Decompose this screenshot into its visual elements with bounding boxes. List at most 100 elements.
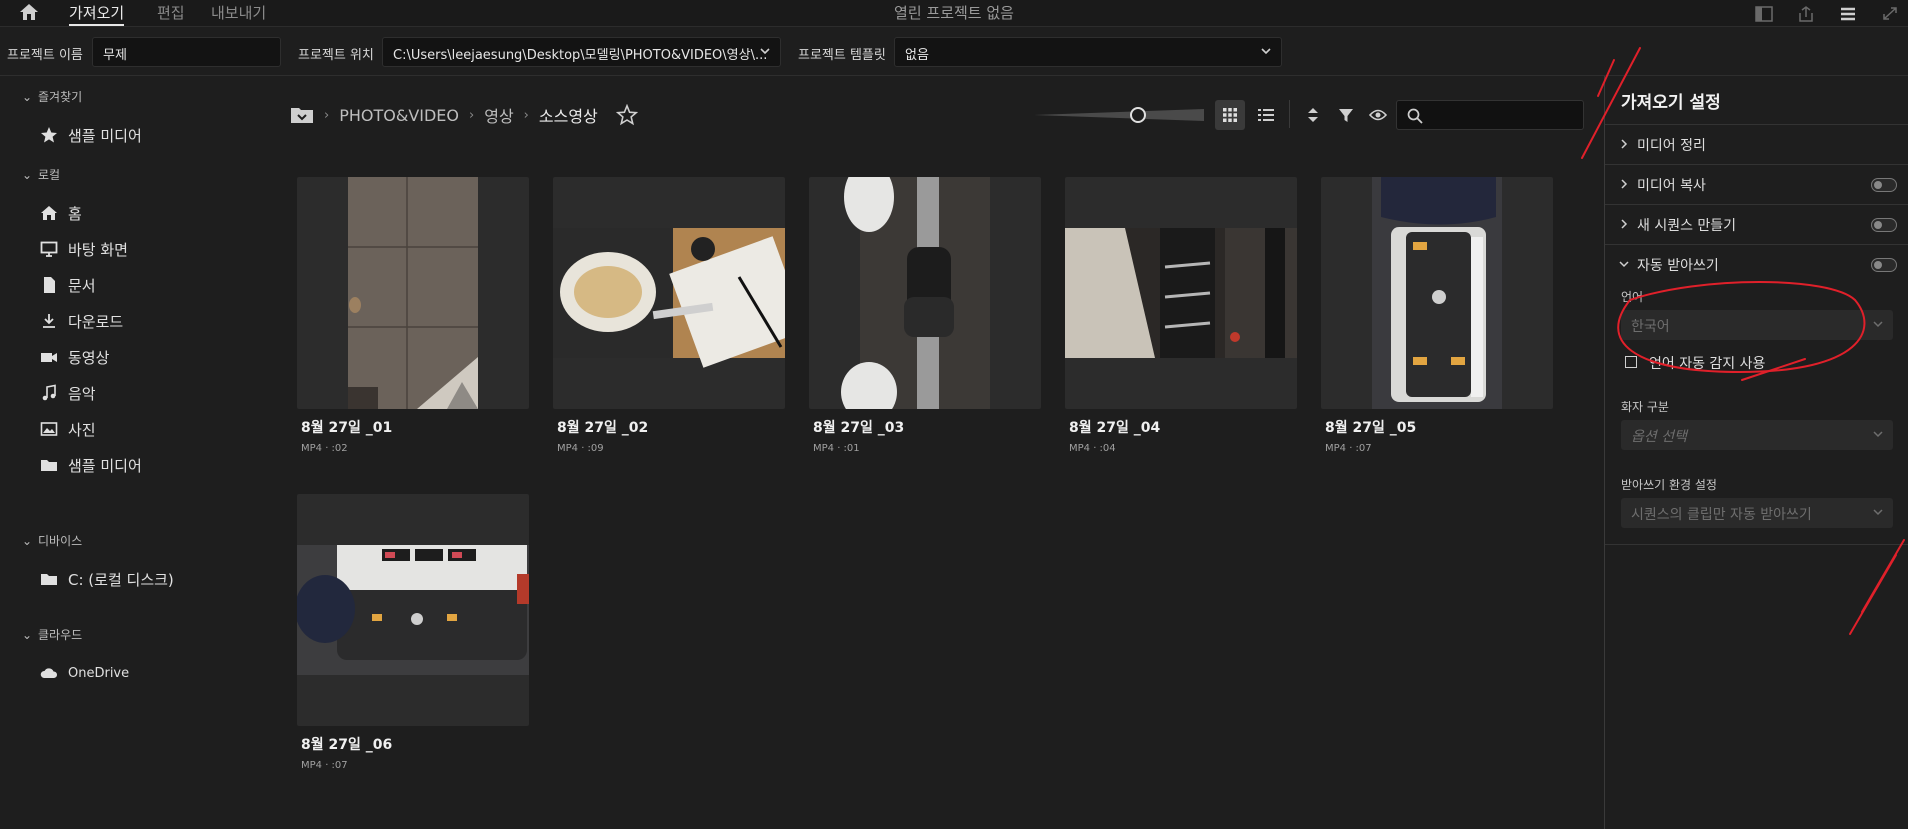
sidebar-item-pictures[interactable]: 사진 [40, 418, 96, 440]
media-card[interactable]: 8월 27일 _06 MP4 · :07 [297, 494, 529, 771]
sidebar-item-local-disk[interactable]: C: (로컬 디스크) [40, 568, 174, 590]
media-thumbnail[interactable] [809, 177, 1041, 409]
filter-button[interactable] [1331, 100, 1361, 130]
media-name: 8월 27일 _01 [301, 420, 393, 436]
favorites-header-label: 즐겨찾기 [38, 90, 83, 104]
sidebar-item-desktop[interactable]: 바탕 화면 [40, 238, 128, 260]
media-copy-toggle[interactable] [1871, 178, 1897, 192]
auto-detect-checkbox[interactable] [1625, 356, 1637, 368]
breadcrumb: › PHOTO&VIDEO › 영상 › 소스영상 [290, 102, 638, 128]
tab-export[interactable]: 내보내기 [211, 2, 266, 26]
media-card[interactable]: 8월 27일 _05 MP4 · :07 [1321, 177, 1553, 454]
grid-view-button[interactable] [1215, 100, 1245, 130]
sidebar-item-label: OneDrive [68, 665, 130, 681]
video-preview-image [297, 545, 529, 675]
list-icon [1258, 109, 1274, 121]
sidebar-item-music[interactable]: 음악 [40, 382, 96, 404]
home-icon[interactable] [18, 2, 40, 22]
project-location-dropdown[interactable]: C:\Users\leejaesung\Desktop\모델링\PHOTO&VI… [382, 37, 781, 67]
star-icon [41, 127, 57, 143]
slider-handle[interactable] [1130, 107, 1146, 123]
devices-section-header[interactable]: ⌄ 디바이스 [22, 532, 82, 549]
section-media-copy[interactable]: 미디어 복사 [1605, 164, 1908, 204]
sidebar-item-favorite-sample-media[interactable]: 샘플 미디어 [40, 124, 142, 146]
auto-detect-label: 언어 자동 감지 사용 [1649, 356, 1766, 372]
chevron-down-icon [760, 48, 770, 55]
thumbnail-size-slider[interactable] [1034, 108, 1204, 122]
transcribe-pref-dropdown[interactable]: 시퀀스의 클립만 자동 받아쓰기 [1621, 498, 1893, 528]
local-header-label: 로컬 [38, 168, 61, 182]
favorites-section-header[interactable]: ⌄ 즐겨찾기 [22, 88, 82, 105]
import-settings-panel: 가져오기 설정 미디어 정리 미디어 복사 새 시퀀스 만들기 자동 받아쓰기 … [1604, 76, 1908, 829]
media-name: 8월 27일 _06 [301, 737, 393, 753]
fullscreen-icon[interactable] [1880, 5, 1900, 23]
project-location-value: C:\Users\leejaesung\Desktop\모델링\PHOTO&VI… [393, 48, 768, 63]
breadcrumb-separator: › [469, 107, 475, 123]
share-icon[interactable] [1796, 5, 1816, 23]
section-new-sequence[interactable]: 새 시퀀스 만들기 [1605, 204, 1908, 244]
monitor-icon [40, 241, 58, 257]
sidebar-item-documents[interactable]: 문서 [40, 274, 96, 296]
media-card[interactable]: 8월 27일 _04 MP4 · :04 [1065, 177, 1297, 454]
search-input[interactable] [1396, 100, 1584, 130]
media-thumbnail[interactable] [297, 177, 529, 409]
local-section-header[interactable]: ⌄ 로컬 [22, 166, 60, 183]
section-label: 새 시퀀스 만들기 [1637, 218, 1737, 234]
sidebar-item-home[interactable]: 홈 [40, 202, 82, 224]
video-preview-image [1065, 228, 1297, 358]
video-preview-image [1372, 177, 1502, 409]
music-icon [42, 384, 56, 401]
panels-icon[interactable] [1838, 5, 1858, 23]
section-media-organize[interactable]: 미디어 정리 [1605, 124, 1908, 164]
sidebar-item-onedrive[interactable]: OneDrive [40, 662, 129, 684]
media-thumbnail[interactable] [1321, 177, 1553, 409]
list-view-button[interactable] [1251, 100, 1281, 130]
cloud-section-header[interactable]: ⌄ 클라우드 [22, 626, 82, 643]
breadcrumb-item-source-video[interactable]: 소스영상 [539, 103, 598, 127]
tab-import[interactable]: 가져오기 [69, 2, 125, 26]
folder-icon [41, 460, 57, 471]
sidebar-item-label: 음악 [68, 384, 96, 403]
sort-icon [1308, 108, 1318, 122]
project-template-dropdown[interactable]: 없음 [894, 37, 1282, 67]
speaker-dropdown[interactable]: 옵션 선택 [1621, 420, 1893, 450]
sidebar-item-label: 문서 [68, 276, 96, 295]
sidebar-item-label: 샘플 미디어 [68, 456, 142, 475]
media-thumbnail[interactable] [297, 494, 529, 726]
media-meta: MP4 · :02 [301, 443, 348, 454]
media-name: 8월 27일 _05 [1325, 420, 1417, 436]
chevron-down-icon [1873, 431, 1883, 438]
project-name-field[interactable]: 무제 [92, 37, 281, 67]
media-thumbnail[interactable] [553, 177, 785, 409]
sort-button[interactable] [1298, 100, 1328, 130]
section-label: 미디어 정리 [1637, 138, 1706, 154]
tab-edit[interactable]: 편집 [157, 2, 185, 26]
media-thumbnail[interactable] [1065, 177, 1297, 409]
layout-icon[interactable] [1754, 5, 1774, 23]
chevron-right-icon [1621, 219, 1628, 229]
new-sequence-toggle[interactable] [1871, 218, 1897, 232]
preview-button[interactable] [1363, 100, 1393, 130]
language-dropdown[interactable]: 한국어 [1621, 310, 1893, 340]
auto-transcribe-toggle[interactable] [1871, 258, 1897, 272]
download-icon [43, 314, 55, 328]
panel-title: 가져오기 설정 [1621, 93, 1721, 113]
sidebar-item-label: 사진 [68, 420, 96, 439]
media-card[interactable]: 8월 27일 _02 MP4 · :09 [553, 177, 785, 454]
breadcrumb-item-photovideo[interactable]: PHOTO&VIDEO [339, 106, 459, 125]
breadcrumb-item-video[interactable]: 영상 [484, 103, 513, 127]
sidebar-item-sample-media[interactable]: 샘플 미디어 [40, 454, 142, 476]
sidebar-item-downloads[interactable]: 다운로드 [40, 310, 123, 332]
language-value: 한국어 [1631, 319, 1670, 335]
project-status-title: 열린 프로젝트 없음 [894, 4, 1014, 22]
media-card[interactable]: 8월 27일 _03 MP4 · :01 [809, 177, 1041, 454]
sidebar-item-videos[interactable]: 동영상 [40, 346, 109, 368]
folder-icon[interactable] [290, 105, 314, 125]
language-label: 언어 [1621, 290, 1644, 304]
section-auto-transcribe[interactable]: 자동 받아쓰기 [1605, 244, 1908, 284]
media-card[interactable]: 8월 27일 _01 MP4 · :02 [297, 177, 529, 454]
sidebar-item-label: 샘플 미디어 [68, 126, 142, 145]
chevron-down-icon [1873, 509, 1883, 516]
star-outline-icon[interactable] [615, 104, 638, 126]
media-meta: MP4 · :07 [1325, 443, 1372, 454]
